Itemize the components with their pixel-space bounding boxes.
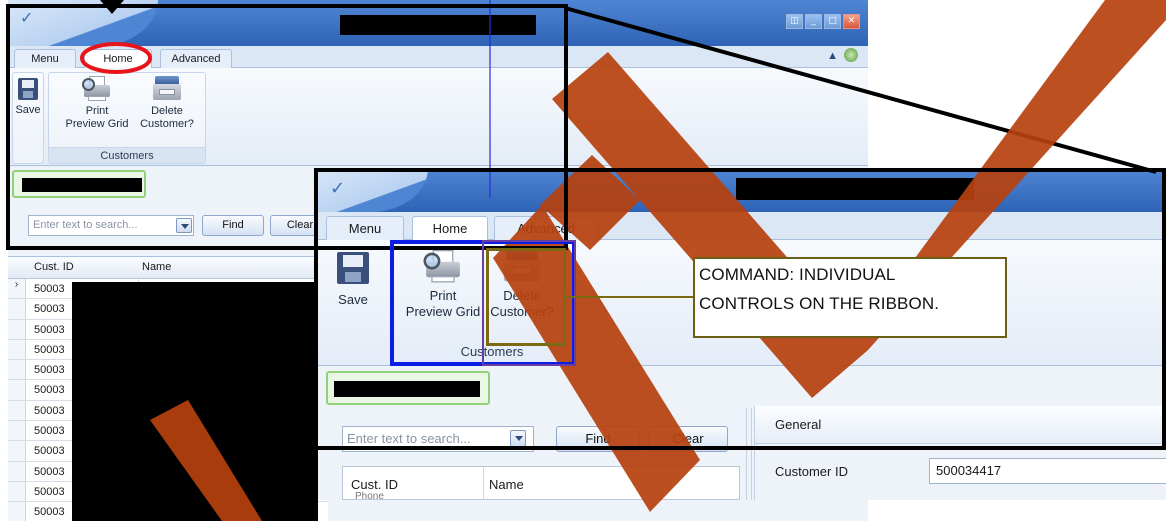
cust-id-cell: 50003 <box>34 364 65 377</box>
ribbon-collapse-icon[interactable]: ▲ <box>827 50 838 62</box>
zoom-column-divider <box>483 467 484 500</box>
column-name[interactable]: Name <box>142 261 171 273</box>
cust-id-cell: 50003 <box>34 283 65 295</box>
row-selector[interactable]: › <box>8 279 26 299</box>
delete-command-highlight <box>486 248 566 346</box>
window-controls: ◫ _ □ ✕ <box>786 14 860 29</box>
cust-id-cell: 50003 <box>34 303 65 316</box>
help-icon[interactable] <box>844 48 858 62</box>
zoom-grid-header: Cust. ID Phone Name <box>342 466 740 500</box>
cust-id-cell: 50003 <box>34 343 65 356</box>
cust-id-cell: 50003 <box>34 404 65 417</box>
restore-icon[interactable]: ◫ <box>786 14 803 29</box>
row-selector[interactable] <box>8 360 26 380</box>
cust-id-cell: 50003 <box>34 485 65 498</box>
cust-id-cell: 50003 <box>34 323 65 336</box>
callout-line-1: COMMAND: INDIVIDUAL <box>699 265 896 284</box>
callout-connector <box>566 296 693 298</box>
row-selector[interactable] <box>8 421 26 441</box>
row-selector[interactable] <box>8 461 26 481</box>
cust-id-cell: 50003 <box>34 506 65 519</box>
cust-id-cell: 50003 <box>34 384 65 397</box>
grid-header: Cust. ID Name <box>8 257 328 279</box>
row-selector[interactable] <box>8 319 26 339</box>
row-selector[interactable] <box>8 441 26 461</box>
cust-id-cell: 50003 <box>34 425 65 438</box>
redacted-names <box>72 282 318 521</box>
row-selector[interactable] <box>8 481 26 502</box>
row-selector[interactable] <box>8 299 26 319</box>
row-selector[interactable] <box>8 400 26 421</box>
row-selector[interactable] <box>8 339 26 360</box>
cust-id-cell: 50003 <box>34 465 65 478</box>
callout-line-2: CONTROLS ON THE RIBBON. <box>699 294 940 313</box>
cust-id-cell: 50003 <box>34 445 65 458</box>
callout-box: COMMAND: INDIVIDUAL CONTROLS ON THE RIBB… <box>693 257 1007 338</box>
zoom-column-phone[interactable]: Phone <box>355 491 384 500</box>
zoom-column-cust-id[interactable]: Cust. ID <box>351 477 398 492</box>
maximize-icon[interactable]: □ <box>824 14 841 29</box>
customer-id-label: Customer ID <box>775 464 848 479</box>
zoom-column-name[interactable]: Name <box>489 477 524 492</box>
minimize-icon[interactable]: _ <box>805 14 822 29</box>
close-icon[interactable]: ✕ <box>843 14 860 29</box>
customer-id-field[interactable]: 500034417 <box>929 458 1166 484</box>
column-cust-id[interactable]: Cust. ID <box>34 261 74 273</box>
row-selector[interactable] <box>8 380 26 400</box>
row-selector[interactable] <box>8 502 26 521</box>
